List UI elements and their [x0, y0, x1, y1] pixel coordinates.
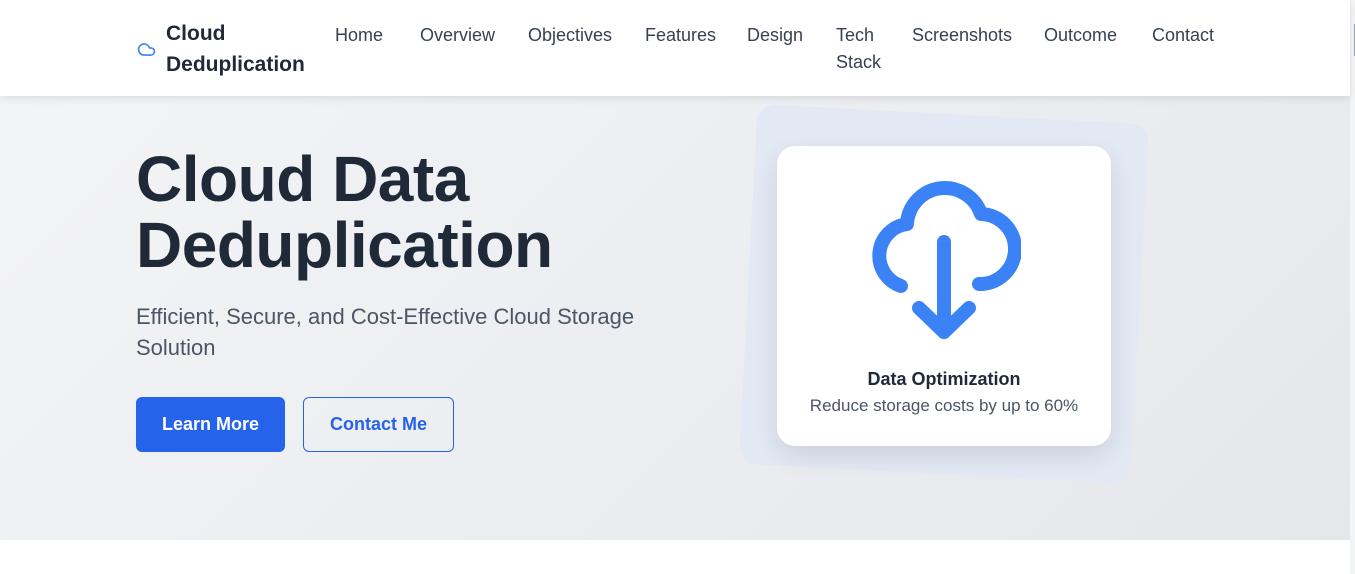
nav-menu: Home Overview Objectives Features Design…	[0, 22, 1350, 82]
cloud-download-icon	[867, 174, 1022, 346]
contact-me-button[interactable]: Contact Me	[303, 397, 454, 452]
hero-title-line1: Cloud Data	[136, 143, 469, 215]
card-description: Reduce storage costs by up to 60%	[809, 396, 1079, 415]
scrollbar[interactable]	[1350, 0, 1355, 574]
hero-section: Cloud Data Deduplication Efficient, Secu…	[0, 96, 1350, 540]
learn-more-button[interactable]: Learn More	[136, 397, 285, 452]
hero-subtitle: Efficient, Secure, and Cost-Effective Cl…	[136, 304, 635, 360]
navbar: Cloud Deduplication Home Overview Object…	[0, 0, 1350, 96]
card-title: Data Optimization	[867, 369, 1021, 389]
hero-title-line2: Deduplication	[136, 209, 553, 281]
nav-link-outcome[interactable]: Outcome	[1044, 22, 1117, 49]
nav-link-overview[interactable]: Overview	[420, 22, 495, 49]
nav-link-home[interactable]: Home	[335, 22, 383, 49]
nav-link-features[interactable]: Features	[645, 22, 716, 49]
nav-link-tech-stack-line1: Tech	[836, 25, 875, 45]
hero-title: Cloud Data Deduplication	[136, 146, 696, 278]
nav-link-tech-stack-line2: Stack	[836, 52, 882, 72]
nav-link-tech-stack[interactable]: Tech Stack	[836, 22, 896, 76]
nav-link-contact[interactable]: Contact	[1152, 22, 1214, 49]
feature-card: Data Optimization Reduce storage costs b…	[777, 146, 1111, 446]
nav-link-design[interactable]: Design	[747, 22, 803, 49]
nav-link-screenshots[interactable]: Screenshots	[912, 22, 1012, 49]
nav-link-objectives[interactable]: Objectives	[528, 22, 612, 49]
